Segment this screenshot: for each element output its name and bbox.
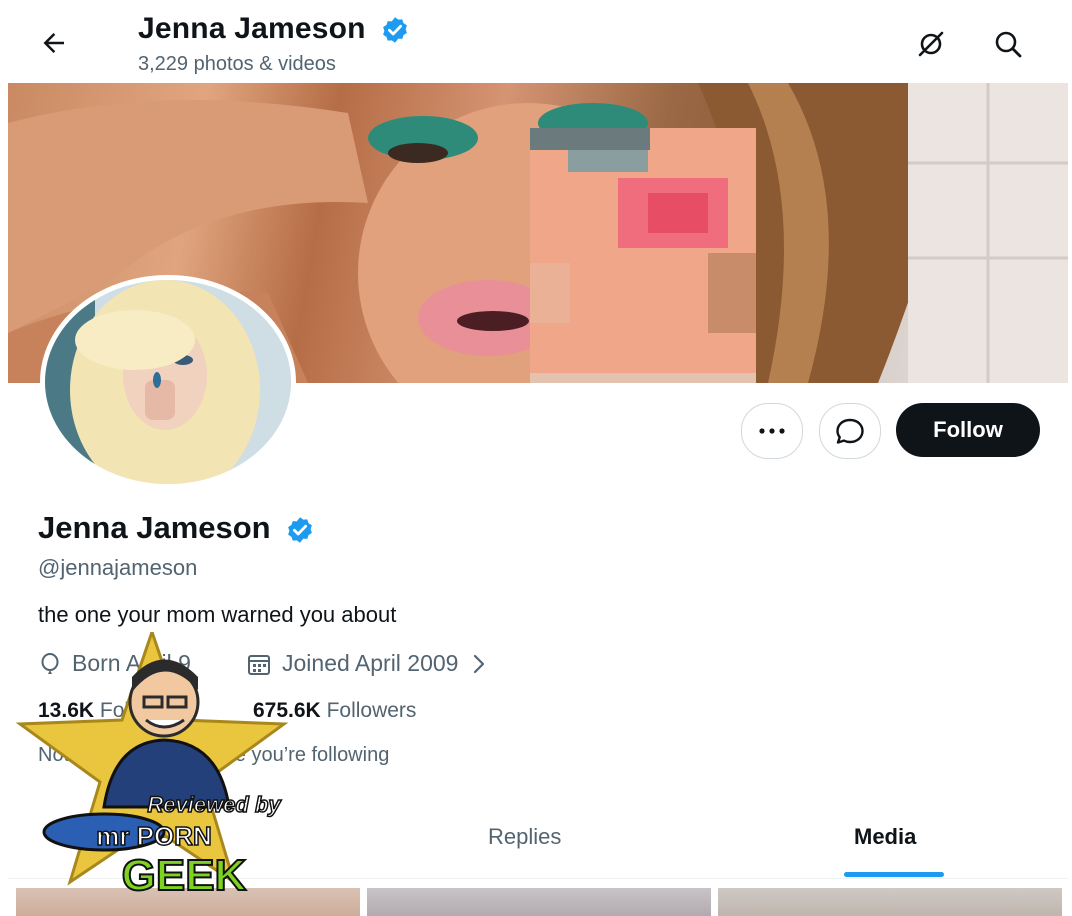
top-bar: Jenna Jameson 3,229 photos & videos (8, 0, 1068, 83)
header-subtitle: 3,229 photos & videos (138, 53, 336, 75)
search-icon[interactable] (988, 24, 1028, 64)
profile-name: Jenna Jameson (38, 510, 271, 545)
header-title: Jenna Jameson (138, 12, 366, 45)
chevron-right-icon (474, 654, 485, 673)
profile-avatar[interactable] (40, 275, 296, 489)
media-thumbnail[interactable] (367, 888, 711, 916)
grok-icon[interactable] (911, 24, 951, 64)
joined-text: Joined April 2009 (282, 650, 459, 676)
back-arrow-icon[interactable] (36, 28, 72, 58)
watermark-badge: Reviewed by mr PORN GEEK (15, 632, 289, 900)
verified-badge-icon (383, 17, 408, 43)
tab-replies[interactable]: Replies (488, 824, 561, 850)
more-icon (759, 428, 785, 434)
pixelation-block (530, 128, 756, 383)
followers-label: Followers (326, 699, 417, 722)
watermark-line2: mr PORN (96, 821, 212, 851)
watermark-line3: GEEK (122, 851, 247, 900)
profile-name-row: Jenna Jameson (38, 510, 315, 546)
message-button[interactable] (819, 403, 881, 459)
avatar-image (45, 280, 291, 484)
message-icon (836, 418, 864, 444)
profile-handle: @jennajameson (38, 555, 198, 580)
watermark-line1: Reviewed by (147, 792, 282, 817)
tab-media[interactable]: Media (854, 824, 916, 850)
more-button[interactable] (741, 403, 803, 459)
header-title-row: Jenna Jameson (138, 12, 410, 46)
active-tab-indicator (844, 872, 944, 877)
follow-button[interactable]: Follow (896, 403, 1040, 457)
profile-bio: the one your mom warned you about (38, 602, 397, 627)
verified-badge-icon (288, 517, 313, 543)
media-thumbnail[interactable] (718, 888, 1062, 916)
